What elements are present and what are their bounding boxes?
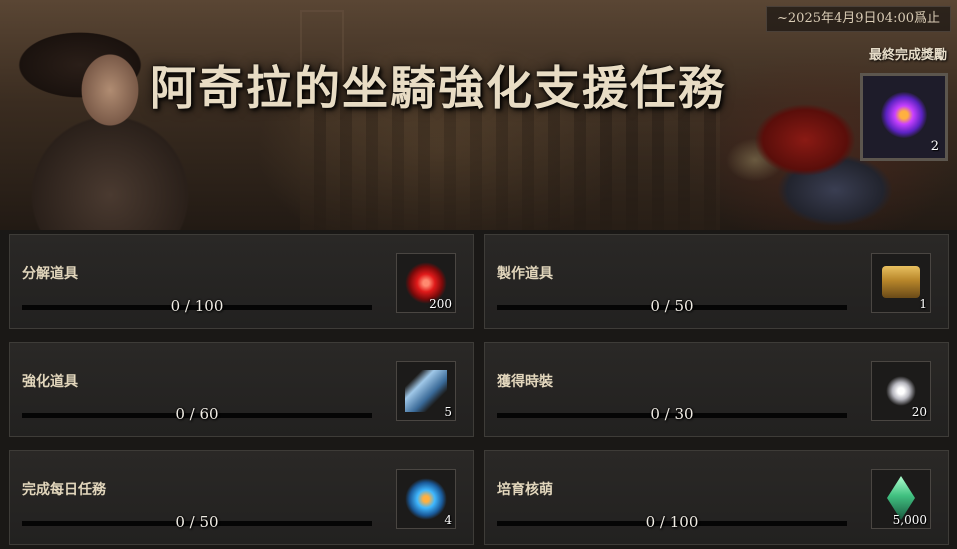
progress-text: 0 / 50 [650, 297, 694, 315]
reward-count: 5 [444, 405, 452, 419]
reward-count: 1 [919, 297, 927, 311]
mission-label: 製作道具 [497, 266, 553, 282]
reward-slot[interactable]: 20 [871, 361, 931, 421]
reward-slot[interactable]: 1 [871, 253, 931, 313]
mission-card-costume: 獲得時裝 0 / 30 20 [484, 342, 949, 437]
reward-count: 4 [444, 513, 452, 527]
final-reward-slot[interactable]: 2 [860, 73, 948, 161]
mission-label: 分解道具 [22, 266, 78, 282]
silver-token-icon [886, 376, 916, 406]
mission-card-enhance: 強化道具 0 / 60 5 [9, 342, 474, 437]
mission-card-disassemble: 分解道具 0 / 100 200 [9, 234, 474, 329]
mission-label: 完成每日任務 [22, 482, 106, 498]
event-deadline: ~2025年4月9日04:00爲止 [766, 6, 951, 32]
final-reward-label: 最終完成獎勵 [868, 48, 947, 63]
progress-text: 0 / 50 [175, 513, 219, 531]
progress-text: 0 / 60 [175, 405, 219, 423]
purple-energy-orb-icon [881, 92, 927, 138]
mission-card-craft: 製作道具 0 / 50 1 [484, 234, 949, 329]
progress-text: 0 / 30 [650, 405, 694, 423]
mission-label: 培育核萌 [497, 482, 553, 498]
mission-card-daily: 完成每日任務 0 / 50 4 [9, 450, 474, 545]
mission-label: 獲得時裝 [497, 374, 553, 390]
reward-slot[interactable]: 4 [396, 469, 456, 529]
final-reward-count: 2 [930, 139, 939, 154]
mission-card-nurture: 培育核萌 0 / 100 5,000 [484, 450, 949, 545]
event-title: 阿奇拉的坐騎強化支援任務 [150, 61, 726, 115]
progress-text: 0 / 100 [645, 513, 699, 531]
blue-crystal-icon [405, 370, 447, 412]
reward-count: 200 [429, 297, 452, 311]
progress-text: 0 / 100 [170, 297, 224, 315]
event-banner: 阿奇拉的坐騎強化支援任務 ~2025年4月9日04:00爲止 最終完成獎勵 2 [0, 0, 957, 230]
reward-slot[interactable]: 5,000 [871, 469, 931, 529]
cyan-energy-orb-icon [405, 478, 447, 520]
mission-label: 強化道具 [22, 374, 78, 390]
reward-slot[interactable]: 5 [396, 361, 456, 421]
gold-chest-icon [882, 266, 920, 298]
reward-slot[interactable]: 200 [396, 253, 456, 313]
reward-count: 5,000 [892, 513, 927, 527]
reward-count: 20 [911, 405, 927, 419]
